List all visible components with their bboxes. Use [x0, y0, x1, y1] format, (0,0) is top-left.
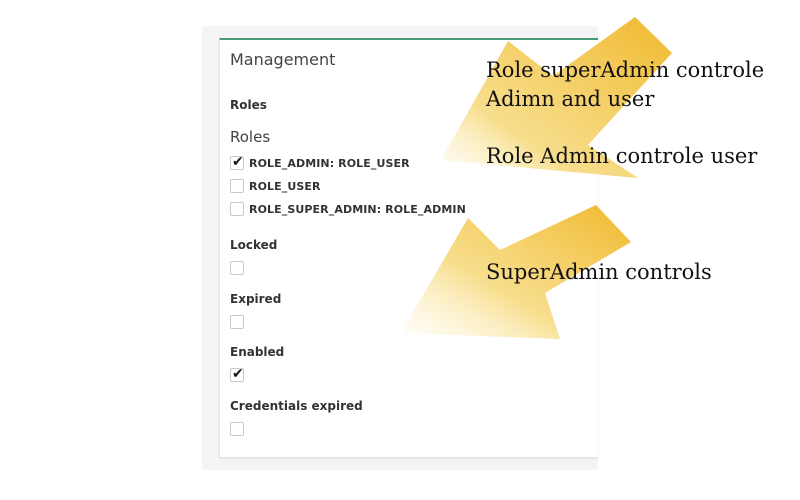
screenshot-stage: Management Roles Roles ✔ ROLE_ADMIN: ROL… [0, 0, 800, 500]
annotation-admin: Role Admin controle user [486, 144, 758, 168]
annotation-superadmin-line2: Adimn and user [486, 87, 655, 111]
annotation-superadmin-line1: Role superAdmin controle [486, 58, 765, 82]
annotation-superadmin-controls: SuperAdmin controls [486, 260, 712, 284]
